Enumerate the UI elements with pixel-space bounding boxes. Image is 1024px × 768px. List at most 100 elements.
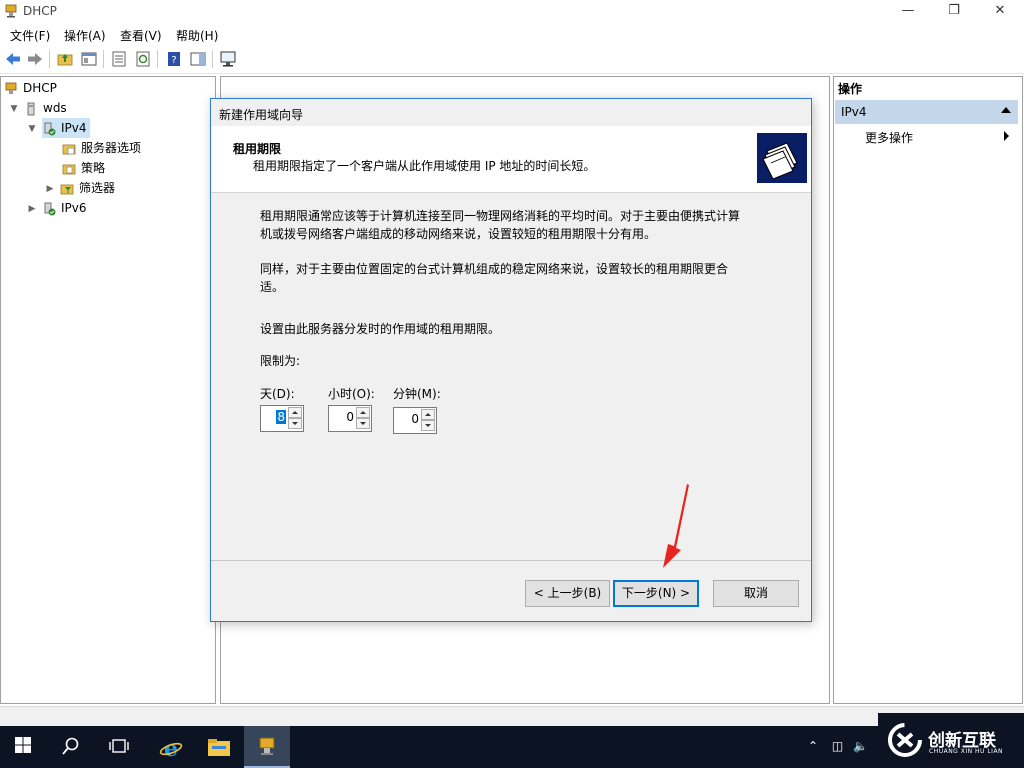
system-tray[interactable]: ⌃ ◫ 🔈 <box>808 739 868 753</box>
back-arrow-icon[interactable] <box>4 50 22 68</box>
menu-action[interactable]: 操作(A) <box>64 27 106 44</box>
watermark-emblem-icon <box>888 723 922 757</box>
dialog-divider <box>211 560 811 561</box>
monitor-icon[interactable] <box>219 50 237 68</box>
chevron-up-icon[interactable]: ⌃ <box>808 739 818 753</box>
hours-spinbox[interactable]: 0 <box>328 405 372 432</box>
minutes-spinbox[interactable]: 0 <box>393 407 437 434</box>
minutes-up-arrow-icon[interactable] <box>421 409 435 420</box>
collapsed-chevron-icon[interactable]: ▶ <box>44 179 56 199</box>
more-actions-item[interactable]: 更多操作 <box>865 129 913 146</box>
search-icon <box>62 737 79 755</box>
show-hide-tree-icon[interactable] <box>80 50 98 68</box>
next-button[interactable]: 下一步(N) > <box>613 580 699 607</box>
collapsed-chevron-icon[interactable]: ▶ <box>26 199 38 219</box>
ipv6-icon <box>44 202 56 215</box>
dialog-title: 新建作用域向导 <box>219 108 304 122</box>
toolbar-separator <box>103 50 104 68</box>
page-subheading: 租用期限指定了一个客户端从此作用域使用 IP 地址的时间长短。 <box>253 159 596 173</box>
status-bar <box>0 706 1024 727</box>
ipv4-icon <box>44 122 56 135</box>
menu-file[interactable]: 文件(F) <box>10 27 50 44</box>
expanded-chevron-icon[interactable]: ▼ <box>26 119 38 139</box>
start-button[interactable] <box>0 726 46 768</box>
tree-node-ipv4[interactable]: ▼ IPv4 <box>26 118 90 138</box>
lease-description-line4: 适。 <box>260 280 285 294</box>
maximize-button[interactable]: ❐ <box>931 0 977 24</box>
svg-text:?: ? <box>171 55 176 66</box>
page-heading: 租用期限 <box>233 142 282 156</box>
file-explorer-icon <box>208 739 230 756</box>
actions-group-label: IPv4 <box>841 105 867 119</box>
toolbar-separator <box>49 50 50 68</box>
annotation-arrow-icon <box>663 484 689 568</box>
network-icon[interactable]: ◫ <box>832 739 843 753</box>
search-button[interactable] <box>48 726 94 768</box>
properties-icon[interactable] <box>110 50 128 68</box>
restore-icon: ❐ <box>948 3 960 18</box>
dhcp-icon <box>5 82 17 94</box>
back-button[interactable]: < 上一步(B) <box>525 580 610 607</box>
tree-node-dhcp[interactable]: DHCP <box>4 78 57 98</box>
hours-label: 小时(O): <box>328 387 375 401</box>
minimize-icon: — <box>901 3 915 18</box>
submenu-arrow-icon <box>1004 131 1009 141</box>
folder-policy-icon <box>62 164 76 174</box>
hours-value[interactable]: 0 <box>346 410 354 424</box>
days-label: 天(D): <box>260 387 295 401</box>
menu-view[interactable]: 查看(V) <box>120 27 162 44</box>
refresh-icon[interactable] <box>134 50 152 68</box>
forward-arrow-icon[interactable] <box>26 50 44 68</box>
cancel-button[interactable]: 取消 <box>713 580 799 607</box>
minutes-label: 分钟(M): <box>393 387 441 401</box>
tree-label: IPv4 <box>61 121 87 135</box>
task-view-icon <box>109 739 129 753</box>
tree-node-wds[interactable]: ▼ wds <box>8 98 67 118</box>
minutes-value[interactable]: 0 <box>411 412 419 426</box>
task-view-button[interactable] <box>96 726 142 768</box>
tree-label: DHCP <box>23 81 57 95</box>
tree-node-filters[interactable]: ▶ 筛选器 <box>44 178 115 198</box>
title-bar <box>0 0 1024 24</box>
close-button[interactable]: ✕ <box>977 0 1023 24</box>
tree-node-ipv6[interactable]: ▶ IPv6 <box>26 198 87 218</box>
expanded-chevron-icon[interactable]: ▼ <box>8 99 20 119</box>
taskbar-internet-explorer[interactable]: e <box>148 726 194 768</box>
limit-label: 限制为: <box>260 354 301 368</box>
watermark-subtitle: CHUANG XIN HU LIAN <box>929 748 1004 755</box>
minutes-down-arrow-icon[interactable] <box>421 420 435 431</box>
tree-node-server-options[interactable]: 服务器选项 <box>62 138 141 158</box>
folder-options-icon <box>62 144 76 154</box>
taskbar-dhcp[interactable] <box>244 726 290 768</box>
windows-logo-icon <box>15 737 31 753</box>
svg-text:e: e <box>164 736 178 760</box>
days-value[interactable]: 8 <box>276 410 286 424</box>
days-down-arrow-icon[interactable] <box>288 418 302 429</box>
hours-up-arrow-icon[interactable] <box>356 407 370 418</box>
help-icon[interactable]: ? <box>165 50 183 68</box>
lease-description-line3: 同样，对于主要由位置固定的台式计算机组成的稳定网络来说，设置较长的租用期限更合 <box>260 262 729 276</box>
close-icon: ✕ <box>994 3 1006 18</box>
hours-down-arrow-icon[interactable] <box>356 418 370 429</box>
window-title: DHCP <box>23 4 57 18</box>
toolbar-separator <box>157 50 158 68</box>
toolbar-separator <box>212 50 213 68</box>
folders-wizard-icon <box>757 133 807 183</box>
tree-label: IPv6 <box>61 201 87 215</box>
volume-icon[interactable]: 🔈 <box>853 739 868 753</box>
taskbar-file-explorer[interactable] <box>196 726 242 768</box>
days-spinbox[interactable]: 8 <box>260 405 304 432</box>
action-pane-icon[interactable] <box>189 50 207 68</box>
tree-label: 筛选器 <box>79 181 116 195</box>
lease-description-line1: 租用期限通常应该等于计算机连接至同一物理网络消耗的平均时间。对于主要由便携式计算 <box>260 209 741 223</box>
days-up-arrow-icon[interactable] <box>288 407 302 418</box>
dhcp-taskbar-icon <box>259 737 275 755</box>
actions-header: 操作 <box>838 82 863 96</box>
collapse-triangle-icon[interactable] <box>1001 107 1011 113</box>
menu-help[interactable]: 帮助(H) <box>176 27 218 44</box>
minimize-button[interactable]: — <box>885 0 931 24</box>
tree-node-policies[interactable]: 策略 <box>62 158 105 178</box>
tree-label: 策略 <box>81 161 106 175</box>
up-folder-icon[interactable] <box>56 50 74 68</box>
dhcp-app-icon <box>5 4 17 18</box>
